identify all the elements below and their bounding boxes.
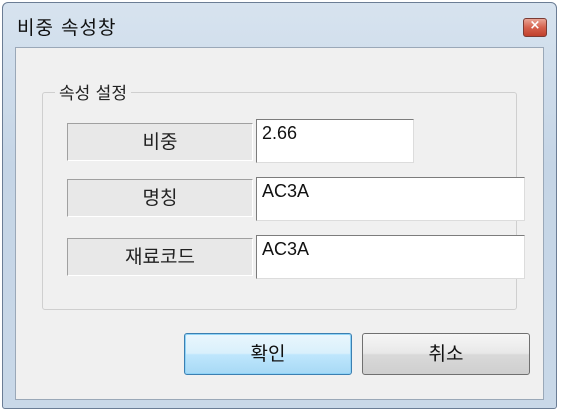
property-settings-group: 속성 설정 비중 2.66 명칭 AC3A 재료코드 AC3A	[42, 79, 525, 310]
cancel-button[interactable]: 취소	[362, 333, 530, 375]
dialog-window: 비중 속성창 × 속성 설정 비중 2.66 명칭 AC3A 재료코드 AC3A…	[2, 2, 557, 409]
group-label: 속성 설정	[55, 79, 131, 104]
specific-gravity-label: 비중	[67, 123, 253, 161]
dialog-body: 속성 설정 비중 2.66 명칭 AC3A 재료코드 AC3A 확인 취소	[15, 47, 544, 400]
close-icon: ×	[529, 18, 541, 33]
material-code-input[interactable]: AC3A	[256, 235, 525, 279]
material-code-label: 재료코드	[67, 238, 253, 276]
title-bar[interactable]: 비중 속성창 ×	[3, 3, 556, 43]
name-label: 명칭	[67, 179, 253, 217]
ok-button[interactable]: 확인	[184, 333, 352, 375]
specific-gravity-input[interactable]: 2.66	[256, 119, 414, 163]
close-button[interactable]: ×	[523, 18, 547, 37]
window-title: 비중 속성창	[17, 17, 117, 39]
name-input[interactable]: AC3A	[256, 177, 525, 221]
